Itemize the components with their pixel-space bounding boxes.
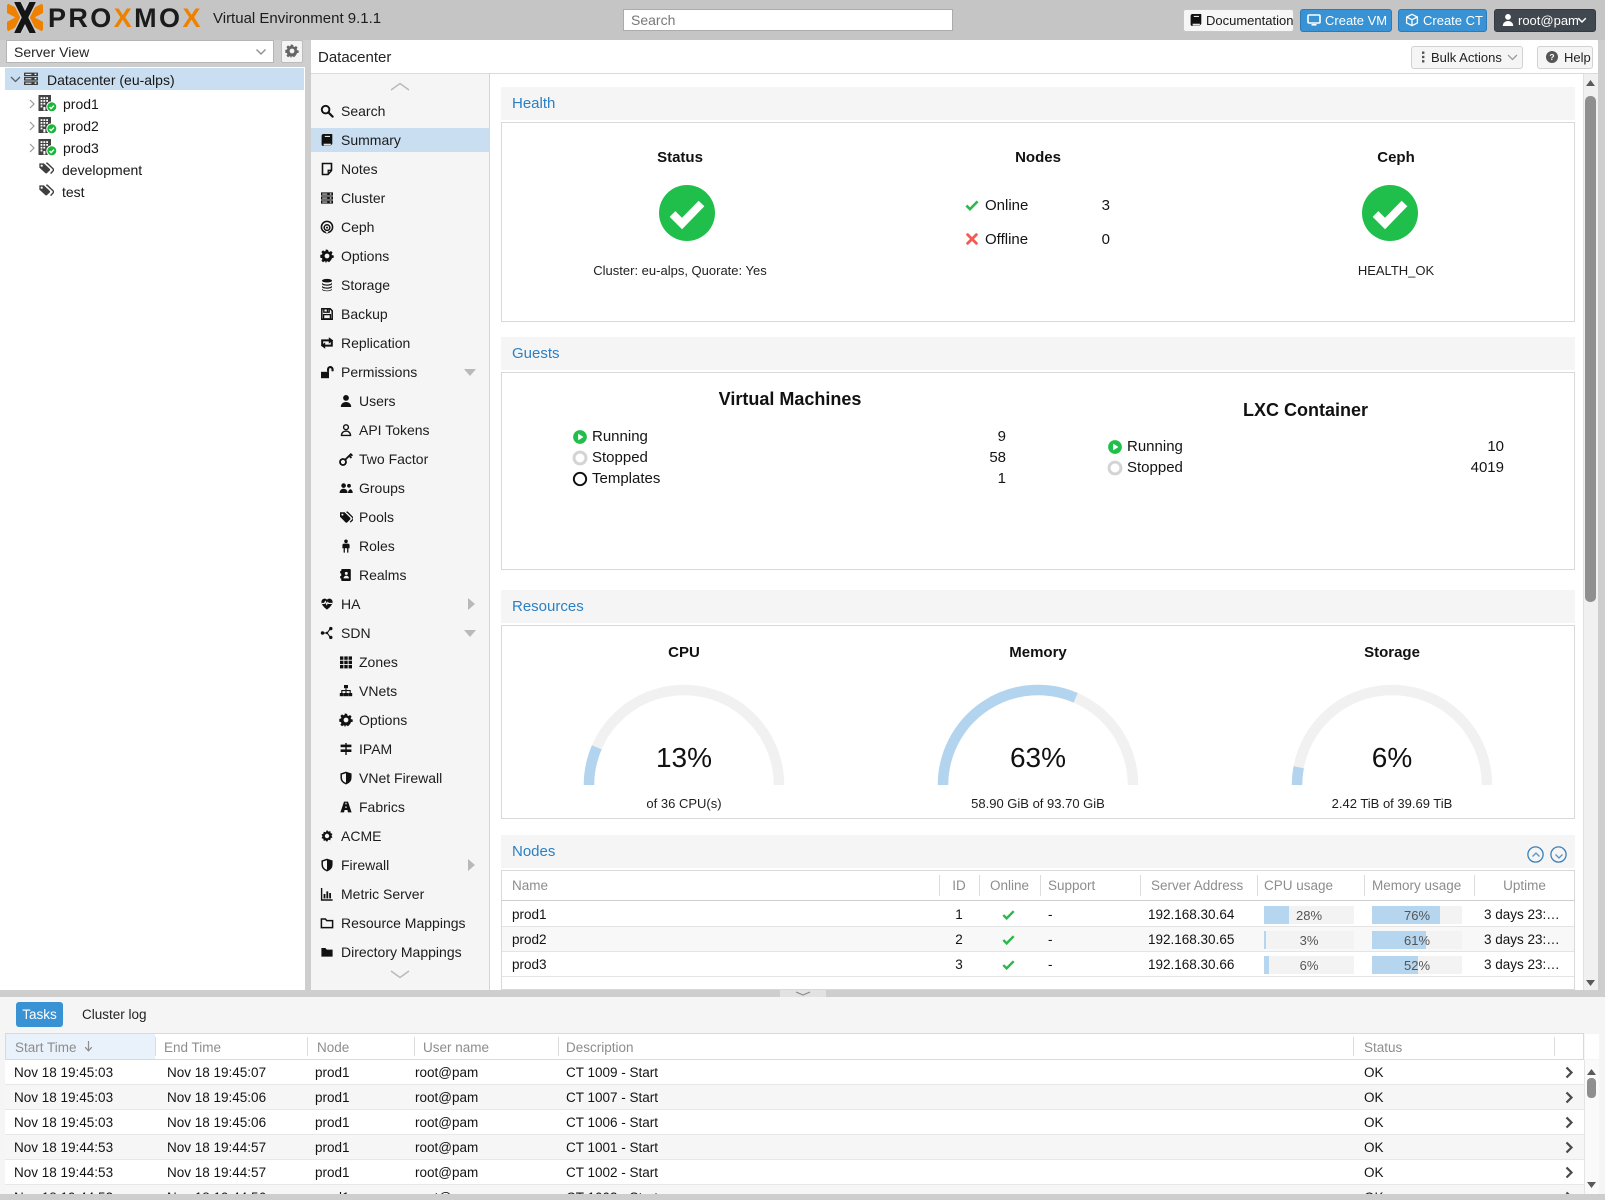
svg-text:?: ? [1549,52,1554,62]
